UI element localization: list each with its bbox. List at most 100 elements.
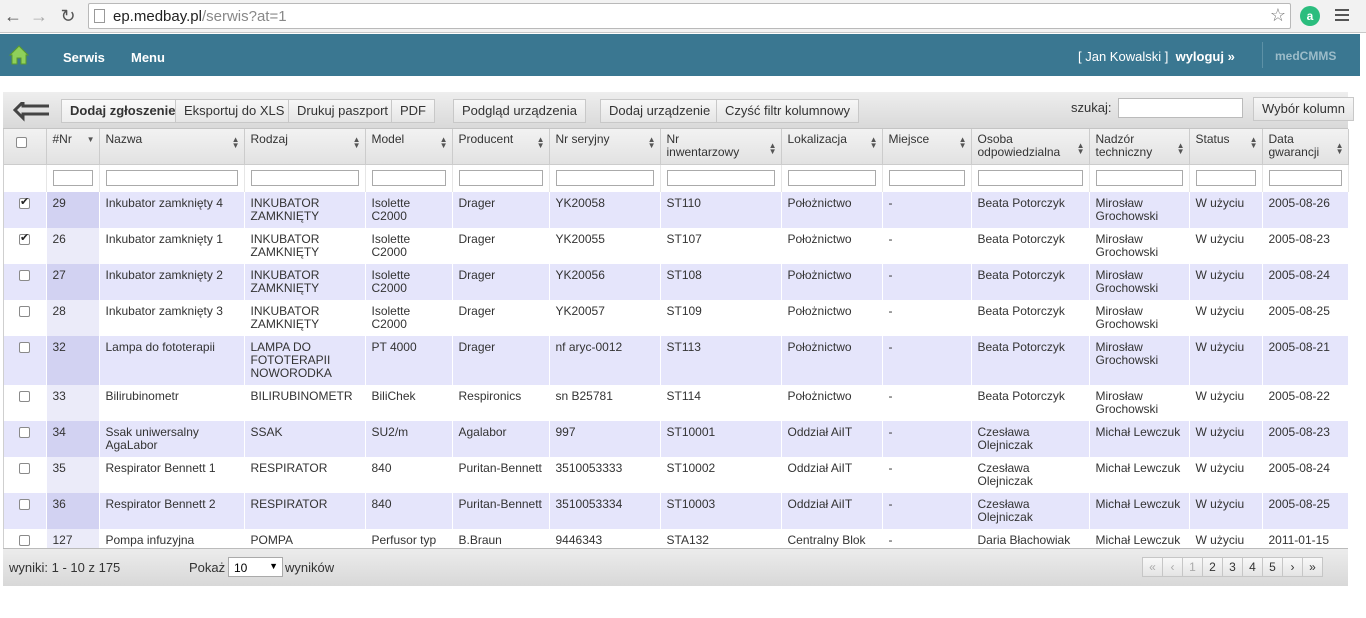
row-checkbox[interactable] (19, 427, 30, 438)
column-header-nr[interactable]: #Nr ▼ (46, 129, 100, 165)
filter-lokalizacja-input[interactable] (787, 170, 876, 187)
column-header-model[interactable]: Model ▲ ▼ (365, 129, 453, 165)
export-xls-button[interactable]: Eksportuj do XLS (175, 99, 294, 123)
logout-link[interactable]: wyloguj » (1176, 49, 1235, 64)
first-page-button[interactable]: « (1142, 557, 1163, 577)
filter-nr-input[interactable] (52, 170, 93, 187)
row-checkbox[interactable] (19, 535, 30, 546)
row-checkbox[interactable] (19, 196, 30, 209)
table-row[interactable]: 28 Inkubator zamknięty 3 INKUBATOR ZAMKNIĘ… (4, 300, 1348, 336)
row-checkbox[interactable] (19, 342, 30, 353)
back-icon[interactable]: ← (2, 5, 24, 27)
address-bar[interactable]: ep.medbay.pl/serwis?at=1 ☆ (88, 3, 1291, 29)
row-checkbox[interactable] (19, 499, 30, 510)
cell-osoba: Czesława Olejniczak (971, 421, 1089, 457)
next-page-button[interactable]: › (1282, 557, 1303, 577)
table-row[interactable]: 29Inkubator zamknięty 4INKUBATOR ZAMKNIĘ… (4, 192, 1348, 228)
home-icon[interactable] (9, 45, 29, 65)
user-info: [ Jan Kowalski ] wyloguj » (1078, 49, 1235, 64)
cell-miejsce: - (882, 421, 971, 457)
column-header-lokalizacja[interactable]: Lokalizacja ▲ ▼ (781, 129, 883, 165)
column-chooser-button[interactable]: Wybór kolumn (1253, 97, 1354, 121)
sort-icon: ▲ ▼ (352, 135, 361, 150)
column-header-nr-inwentarzowy[interactable]: Nr inwentarzowy ▲ ▼ (660, 129, 782, 165)
row-checkbox[interactable] (19, 306, 30, 317)
extension-icon[interactable]: a (1300, 6, 1320, 26)
column-header-miejsce[interactable]: Miejsce ▲ ▼ (882, 129, 972, 165)
page-1-button[interactable]: 1 (1182, 557, 1203, 577)
browser-menu-icon[interactable] (1335, 9, 1349, 24)
cell-status: W użyciu (1189, 192, 1262, 228)
sort-icon: ▲ ▼ (1335, 141, 1344, 156)
cell-nazwa: Inkubator zamknięty 4 (99, 192, 244, 228)
column-header-nadzor[interactable]: Nadzór techniczny ▲ ▼ (1089, 129, 1190, 165)
prev-page-button[interactable]: ‹ (1162, 557, 1183, 577)
column-header-osoba[interactable]: Osoba odpowiedzialna ▲ ▼ (971, 129, 1090, 165)
menu-menu[interactable]: Menu (131, 50, 165, 65)
table-row[interactable]: 26Inkubator zamknięty 1INKUBATOR ZAMKNIĘ… (4, 228, 1348, 264)
app-header: Serwis Menu [ Jan Kowalski ] wyloguj » m… (0, 34, 1360, 76)
cell-model: Isolette C2000 (365, 192, 452, 228)
cell-rodzaj: BILIRUBINOMETR (244, 385, 365, 421)
bookmark-star-icon[interactable]: ☆ (1270, 5, 1286, 26)
table-row[interactable]: 35 Respirator Bennett 1 RESPIRATOR 840 Purit… (4, 457, 1348, 493)
column-header-nazwa[interactable]: Nazwa ▲ ▼ (99, 129, 245, 165)
pdf-button[interactable]: PDF (391, 99, 435, 123)
page-size-select[interactable]: 10 ▼ (228, 557, 283, 577)
table-row[interactable]: 27 Inkubator zamknięty 2 INKUBATOR ZAMKNIĘ… (4, 264, 1348, 300)
filter-status-input[interactable] (1195, 170, 1256, 187)
cell-model: Isolette C2000 (365, 300, 452, 336)
row-select-cell (4, 336, 46, 385)
print-passport-button[interactable]: Drukuj paszport (288, 99, 398, 123)
row-checkbox[interactable] (19, 463, 30, 474)
sort-icon: ▲ ▼ (958, 135, 967, 150)
page-4-button[interactable]: 4 (1242, 557, 1263, 577)
cell-inwent: ST107 (660, 228, 781, 264)
cell-status: W użyciu (1189, 228, 1262, 264)
filter-nadzor-input[interactable] (1095, 170, 1183, 187)
cell-osoba: Czesława Olejniczak (971, 457, 1089, 493)
filter-miejsce-input[interactable] (888, 170, 965, 187)
last-page-button[interactable]: » (1302, 557, 1323, 577)
table-row[interactable]: 32 Lampa do fototerapii LAMPA DO FOTOTERAP… (4, 336, 1348, 385)
page-2-button[interactable]: 2 (1202, 557, 1223, 577)
search-input[interactable] (1118, 98, 1243, 118)
cell-nr: 32 (46, 336, 99, 385)
add-device-button[interactable]: Dodaj urządzenie (600, 99, 720, 123)
cell-rodzaj: INKUBATOR ZAMKNIĘTY (244, 300, 365, 336)
filter-model-input[interactable] (371, 170, 446, 187)
page-3-button[interactable]: 3 (1222, 557, 1243, 577)
row-checkbox[interactable] (19, 391, 30, 402)
cell-lokalizacja: Oddział AiIT (781, 493, 882, 529)
column-header-status[interactable]: Status ▲ ▼ (1189, 129, 1263, 165)
cell-lokalizacja: Położnictwo (781, 264, 882, 300)
sort-desc-icon: ▼ (86, 135, 95, 144)
menu-serwis[interactable]: Serwis (63, 50, 105, 65)
filter-rodzaj-input[interactable] (250, 170, 359, 187)
add-report-button[interactable]: Dodaj zgłoszenie (61, 99, 185, 123)
column-header-producent[interactable]: Producent ▲ ▼ (452, 129, 550, 165)
filter-seryjny-input[interactable] (555, 170, 654, 187)
clear-column-filter-button[interactable]: Czyść filtr kolumnowy (716, 99, 859, 123)
filter-nazwa-input[interactable] (105, 170, 238, 187)
page-5-button[interactable]: 5 (1262, 557, 1283, 577)
reload-icon[interactable]: ↻ (57, 5, 79, 27)
filter-osoba-input[interactable] (977, 170, 1083, 187)
column-header-rodzaj[interactable]: Rodzaj ▲ ▼ (244, 129, 366, 165)
url-host: ep.medbay.pl (113, 8, 202, 25)
preview-device-button[interactable]: Podgląd urządzenia (453, 99, 586, 123)
cell-nazwa: Inkubator zamknięty 1 (99, 228, 244, 264)
column-header-nr-seryjny[interactable]: Nr seryjny ▲ ▼ (549, 129, 661, 165)
filter-inwentarzowy-input[interactable] (666, 170, 775, 187)
filter-producent-input[interactable] (458, 170, 543, 187)
table-row[interactable]: 33 Bilirubinometr BILIRUBINOMETR BiliChek Re… (4, 385, 1348, 421)
table-row[interactable]: 34 Ssak uniwersalny AgaLabor SSAK SU2/m Agal… (4, 421, 1348, 457)
table-row[interactable]: 36 Respirator Bennett 2 RESPIRATOR 840 Purit… (4, 493, 1348, 529)
row-checkbox[interactable] (19, 270, 30, 281)
row-checkbox[interactable] (19, 232, 30, 245)
select-all-checkbox[interactable] (16, 137, 27, 148)
filter-data-input[interactable] (1268, 170, 1342, 187)
column-header-data[interactable]: Data gwarancji ▲ ▼ (1262, 129, 1349, 165)
back-arrow-icon[interactable] (13, 102, 53, 122)
forward-icon[interactable]: → (28, 5, 50, 27)
